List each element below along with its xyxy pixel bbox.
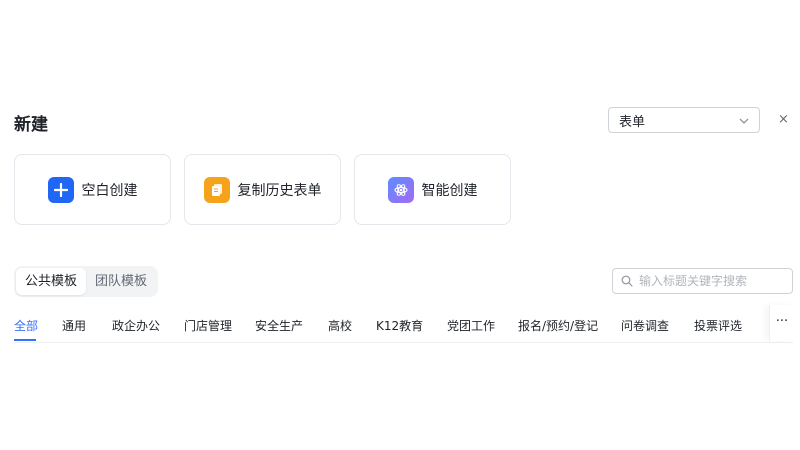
category-tab-registration[interactable]: 报名/预约/登记 bbox=[518, 317, 598, 334]
category-tab-university[interactable]: 高校 bbox=[328, 317, 352, 334]
copy-icon bbox=[203, 176, 230, 203]
template-source-switch: 公共模板 团队模板 bbox=[14, 266, 158, 297]
page-title: 新建 bbox=[14, 115, 48, 135]
category-tab-party-work[interactable]: 党团工作 bbox=[447, 317, 495, 334]
category-tab-survey[interactable]: 问卷调查 bbox=[621, 317, 669, 334]
create-blank-label: 空白创建 bbox=[81, 182, 138, 199]
category-tab-voting[interactable]: 投票评选 bbox=[694, 317, 742, 334]
category-tab-store-management[interactable]: 门店管理 bbox=[184, 317, 232, 334]
tab-public-templates[interactable]: 公共模板 bbox=[16, 268, 86, 295]
plus-icon bbox=[47, 176, 74, 203]
type-select-value: 表单 bbox=[619, 114, 646, 130]
search-icon bbox=[621, 272, 633, 291]
more-categories-button[interactable]: ··· bbox=[769, 305, 794, 341]
category-tab-k12-education[interactable]: K12教育 bbox=[376, 317, 423, 334]
smart-create-card[interactable]: 智能创建 bbox=[354, 154, 511, 225]
chevron-down-icon bbox=[739, 113, 749, 128]
category-tab-general[interactable]: 通用 bbox=[62, 317, 86, 334]
search-input[interactable] bbox=[637, 273, 791, 289]
category-tabs: 全部 通用 政企办公 门店管理 安全生产 高校 K12教育 党团工作 报名/预约… bbox=[14, 305, 794, 343]
type-select[interactable]: 表单 bbox=[608, 107, 760, 133]
create-blank-card[interactable]: 空白创建 bbox=[14, 154, 171, 225]
copy-history-form-card[interactable]: 复制历史表单 bbox=[184, 154, 341, 225]
template-search bbox=[612, 268, 793, 294]
copy-history-form-label: 复制历史表单 bbox=[237, 182, 322, 199]
close-button[interactable]: × bbox=[778, 112, 789, 127]
category-tab-all[interactable]: 全部 bbox=[14, 317, 38, 334]
smart-create-label: 智能创建 bbox=[421, 182, 478, 199]
tab-team-templates[interactable]: 团队模板 bbox=[86, 268, 156, 295]
ai-sparkle-icon bbox=[387, 176, 414, 203]
category-tab-government-office[interactable]: 政企办公 bbox=[112, 317, 160, 334]
active-tab-indicator bbox=[14, 339, 36, 341]
category-tab-safety-production[interactable]: 安全生产 bbox=[255, 317, 303, 334]
